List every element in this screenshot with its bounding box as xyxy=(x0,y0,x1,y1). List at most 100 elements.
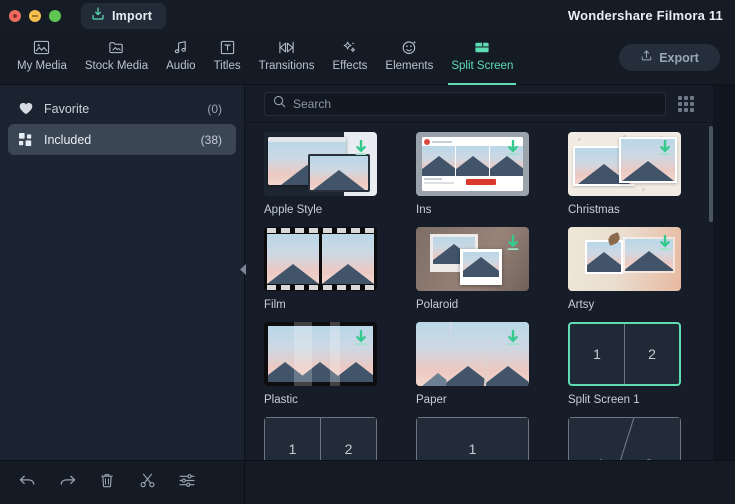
maximize-window-button[interactable] xyxy=(49,10,61,22)
close-window-button[interactable] xyxy=(9,10,21,22)
template-card[interactable]: 1 2 xyxy=(568,417,713,460)
thumb-post-footer xyxy=(422,176,523,191)
template-card[interactable]: Apple Style xyxy=(264,132,416,227)
template-thumbnail-split-screen-1[interactable]: 1 2 xyxy=(568,322,681,386)
template-thumbnail-film[interactable] xyxy=(264,227,377,291)
template-thumbnail-ins[interactable] xyxy=(416,132,529,196)
template-name: Paper xyxy=(416,394,447,406)
minimize-window-button[interactable] xyxy=(29,10,41,22)
tab-split-screen-label: Split Screen xyxy=(451,60,514,72)
template-thumbnail-split-2col[interactable]: 1 2 xyxy=(264,417,377,460)
template-browser: Apple Style xyxy=(246,85,713,460)
template-thumbnail-plastic[interactable] xyxy=(264,322,377,386)
redo-button[interactable] xyxy=(54,470,80,496)
template-thumbnail-split-single[interactable]: 1 xyxy=(416,417,529,460)
sidebar-item-included-count: (38) xyxy=(200,132,222,147)
template-grid: Apple Style Ins Christmas Film Polaroid … xyxy=(246,124,713,460)
sidebar-item-favorite-label: Favorite xyxy=(44,101,90,116)
sidebar-item-favorite-count: (0) xyxy=(207,101,222,116)
template-card[interactable]: Plastic xyxy=(264,322,416,417)
bottom-toolbar xyxy=(0,460,735,504)
grid-dots-icon[interactable] xyxy=(676,94,696,114)
thumb-film-strip xyxy=(267,234,374,284)
template-name: Ins xyxy=(416,204,432,216)
tab-titles[interactable]: Titles xyxy=(205,32,250,85)
download-icon[interactable] xyxy=(657,234,673,253)
split-layout-diagonal: 1 2 xyxy=(568,417,681,460)
split-pane-number: 2 xyxy=(648,346,656,362)
download-icon[interactable] xyxy=(657,139,673,158)
app-title: Wondershare Filmora 11 xyxy=(567,8,723,23)
download-icon[interactable] xyxy=(505,234,521,253)
sidebar-item-included-label: Included xyxy=(44,132,92,147)
template-thumbnail-split-diagonal[interactable]: 1 2 xyxy=(568,417,681,460)
navigation-bar: My Media Stock Media Audio Titles Transi… xyxy=(0,32,735,85)
settings-button[interactable] xyxy=(174,470,200,496)
template-name: Apple Style xyxy=(264,204,323,216)
undo-button[interactable] xyxy=(14,470,40,496)
import-button[interactable]: Import xyxy=(81,3,167,29)
tab-titles-label: Titles xyxy=(213,60,241,72)
template-grid-scroll-area[interactable]: Apple Style Ins Christmas Film Polaroid … xyxy=(246,124,713,460)
download-icon[interactable] xyxy=(505,139,521,158)
template-thumbnail-polaroid[interactable] xyxy=(416,227,529,291)
tab-effects[interactable]: Effects xyxy=(323,32,376,85)
split-pane-number: 1 xyxy=(468,441,477,457)
template-name: Plastic xyxy=(264,394,298,406)
tab-elements-label: Elements xyxy=(385,60,434,72)
thumb-overlay-window xyxy=(308,154,370,192)
redo-arrow-icon xyxy=(58,472,77,494)
filmora-app-window: Import Wondershare Filmora 11 My Media S… xyxy=(0,0,735,504)
undo-arrow-icon xyxy=(18,472,37,494)
template-card[interactable]: Artsy xyxy=(568,227,713,322)
template-name: Film xyxy=(264,299,286,311)
template-card[interactable]: Film xyxy=(264,227,416,322)
text-box-icon xyxy=(219,37,236,57)
download-icon[interactable] xyxy=(353,329,369,348)
stock-folder-icon xyxy=(108,37,125,57)
tab-effects-label: Effects xyxy=(332,60,368,72)
sidebar-item-favorite[interactable]: Favorite (0) xyxy=(8,93,236,124)
template-card[interactable]: Christmas xyxy=(568,132,713,227)
vertical-scrollbar[interactable] xyxy=(709,126,713,222)
tab-stock-media[interactable]: Stock Media xyxy=(76,32,157,85)
split-button[interactable] xyxy=(134,470,160,496)
grid-squares-icon xyxy=(8,132,44,147)
tab-split-screen[interactable]: Split Screen xyxy=(442,32,522,85)
delete-button[interactable] xyxy=(94,470,120,496)
export-button[interactable]: Export xyxy=(619,44,720,71)
search-input[interactable] xyxy=(286,96,665,111)
split-pane-number: 2 xyxy=(344,441,353,457)
image-icon xyxy=(33,37,50,57)
tab-audio[interactable]: Audio xyxy=(157,32,204,85)
template-card[interactable]: Paper xyxy=(416,322,568,417)
thumb-polaroid-frame xyxy=(460,249,502,285)
toolbar-divider xyxy=(244,460,245,504)
trash-icon xyxy=(99,472,115,494)
template-thumbnail-artsy[interactable] xyxy=(568,227,681,291)
template-card[interactable]: 1 2 Split Screen 1 xyxy=(568,322,713,417)
template-name: Polaroid xyxy=(416,299,459,311)
split-layout-2col: 1 2 xyxy=(264,417,377,460)
download-icon[interactable] xyxy=(505,329,521,348)
template-thumbnail-paper[interactable] xyxy=(416,322,529,386)
tab-my-media[interactable]: My Media xyxy=(8,32,76,85)
split-pane-number: 1 xyxy=(265,418,321,460)
template-card[interactable]: Polaroid xyxy=(416,227,568,322)
tab-stock-media-label: Stock Media xyxy=(84,60,149,72)
tab-transitions[interactable]: Transitions xyxy=(250,32,324,85)
template-card[interactable]: 1 2 xyxy=(264,417,416,460)
download-icon[interactable] xyxy=(353,139,369,158)
template-card[interactable]: 1 xyxy=(416,417,568,460)
sidebar-item-included[interactable]: Included (38) xyxy=(8,124,236,155)
tab-transitions-label: Transitions xyxy=(258,60,315,72)
search-box[interactable] xyxy=(264,91,666,116)
export-label: Export xyxy=(659,50,699,65)
right-gutter xyxy=(713,85,735,460)
tab-elements[interactable]: Elements xyxy=(376,32,442,85)
template-thumbnail-christmas[interactable] xyxy=(568,132,681,196)
thumb-photo xyxy=(310,156,368,190)
split-screen-icon xyxy=(473,37,491,57)
template-card[interactable]: Ins xyxy=(416,132,568,227)
template-thumbnail-apple-style[interactable] xyxy=(264,132,377,196)
